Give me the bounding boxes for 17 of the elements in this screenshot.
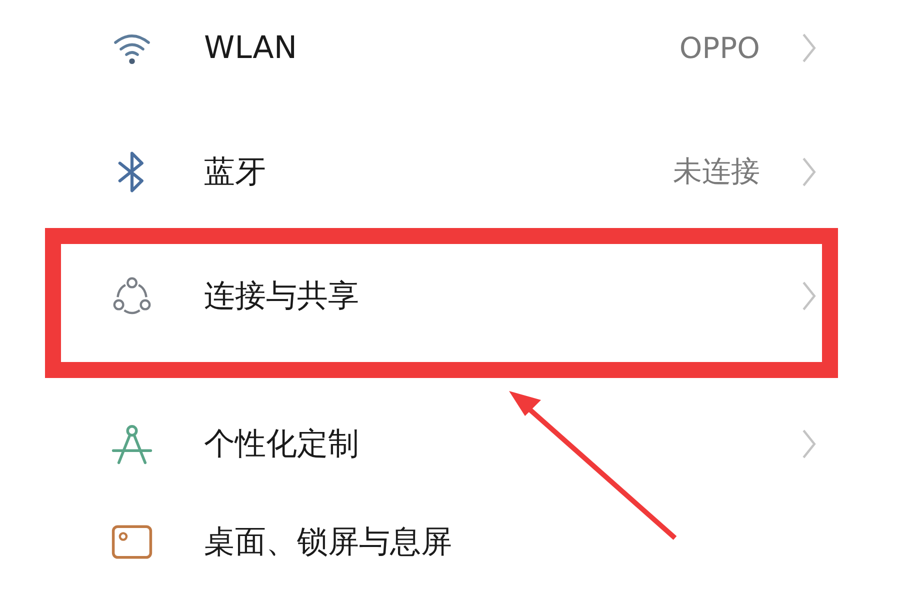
settings-item[interactable]: 蓝牙 未连接 xyxy=(0,124,914,220)
settings-item[interactable]: 个性化定制 xyxy=(0,396,914,492)
item-label: 桌面、锁屏与息屏 xyxy=(204,523,453,562)
settings-item[interactable]: 连接与共享 xyxy=(0,248,914,344)
item-label: 连接与共享 xyxy=(204,277,360,316)
item-label: 个性化定制 xyxy=(204,425,360,464)
settings-item[interactable]: 桌面、锁屏与息屏 xyxy=(0,520,914,564)
item-label: WLAN xyxy=(204,30,298,66)
item-value: 未连接 xyxy=(673,153,760,190)
settings-item[interactable]: WLAN OPPO xyxy=(0,0,914,96)
item-label: 蓝牙 xyxy=(204,153,267,192)
chevron-right-icon xyxy=(800,279,818,313)
chevron-right-icon xyxy=(800,155,818,189)
chevron-right-icon xyxy=(800,427,818,461)
chevron-right-icon xyxy=(800,31,818,65)
compass-icon xyxy=(110,422,154,466)
item-value: OPPO xyxy=(679,31,760,65)
